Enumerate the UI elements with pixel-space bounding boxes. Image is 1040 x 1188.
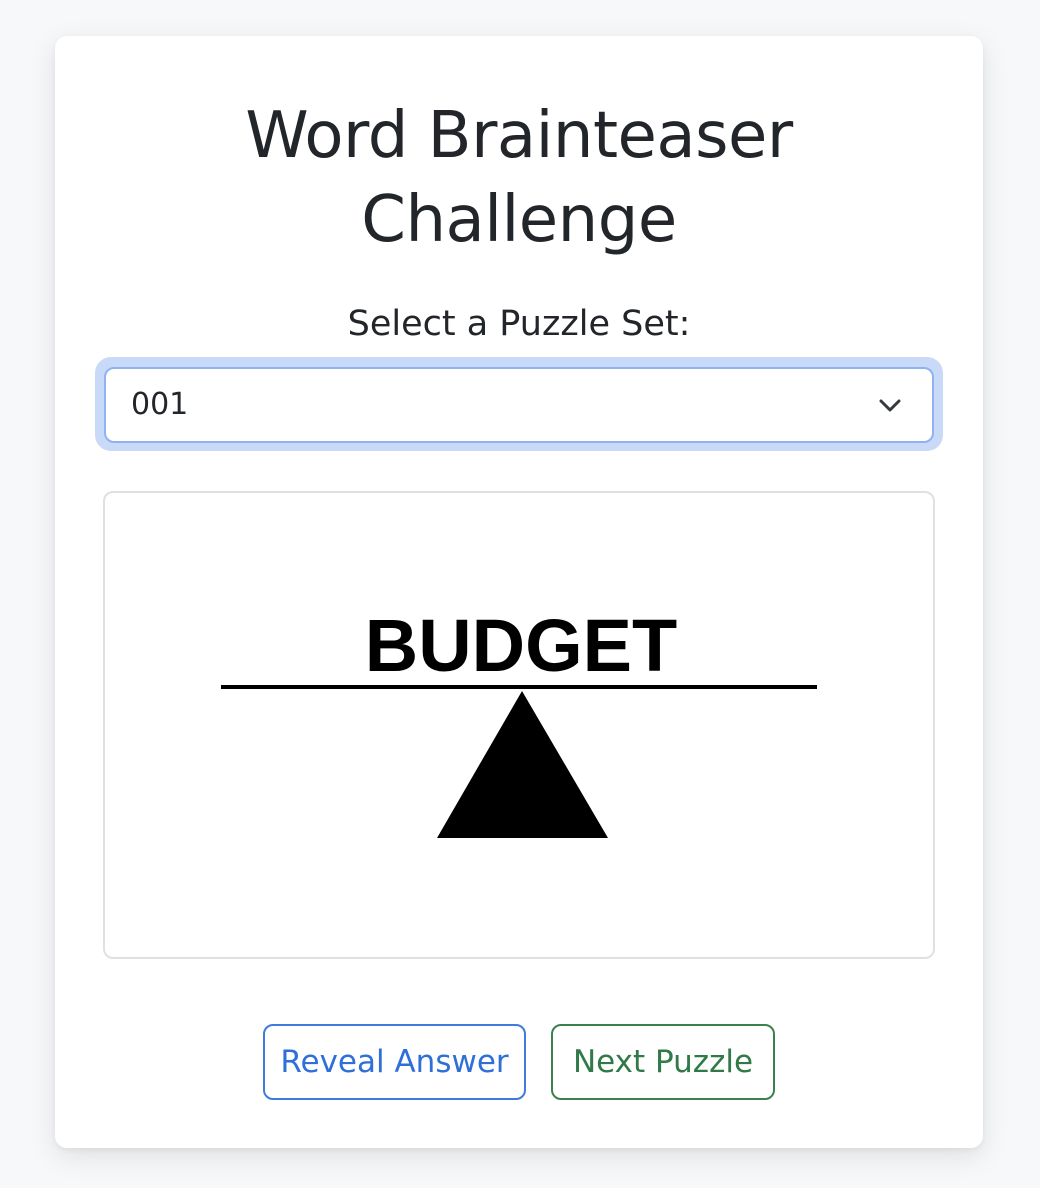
puzzle-graphic: BUDGET [221,604,817,838]
chevron-down-icon [876,391,904,419]
puzzle-card: Word Brainteaser Challenge Select a Puzz… [55,36,983,1148]
puzzle-set-selected-value: 001 [131,387,189,422]
title-line-2: Challenge [361,183,677,257]
reveal-answer-button[interactable]: Reveal Answer [263,1024,526,1100]
puzzle-set-select[interactable]: 001 [104,367,934,443]
title-line-1: Word Brainteaser [245,99,793,173]
puzzle-word: BUDGET [365,604,677,687]
puzzle-set-label: Select a Puzzle Set: [347,304,691,344]
next-puzzle-button[interactable]: Next Puzzle [551,1024,775,1100]
puzzle-image: BUDGET [103,491,935,959]
fulcrum-triangle [437,691,608,838]
page-title: Word Brainteaser Challenge [55,94,983,262]
